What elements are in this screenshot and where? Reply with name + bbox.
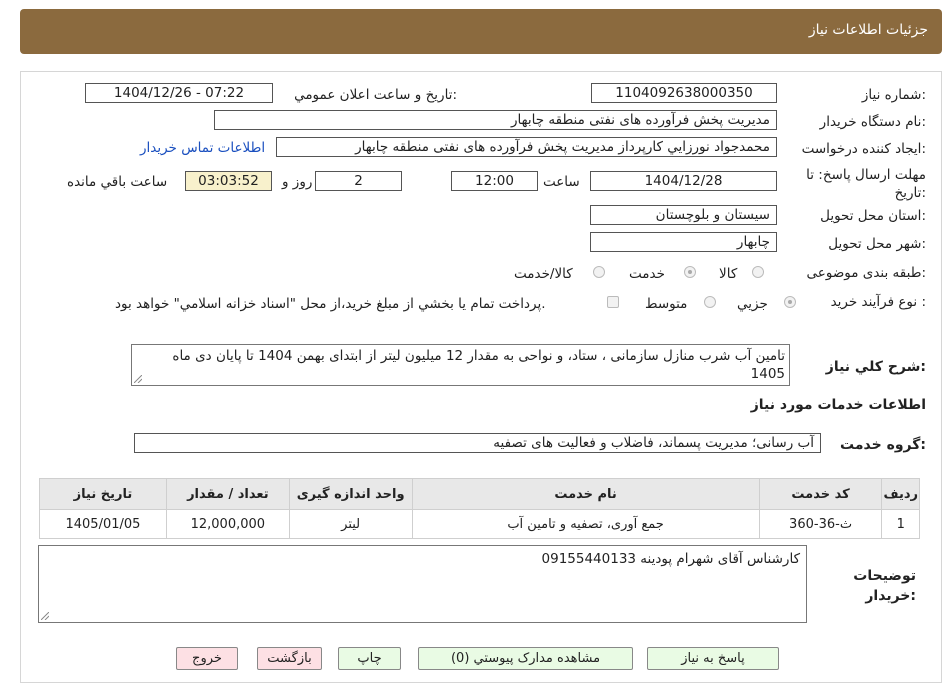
- category-radio-service[interactable]: [684, 266, 696, 278]
- deadline-days-label: روز و: [282, 174, 313, 190]
- col-service-name: نام خدمت: [411, 478, 760, 510]
- category-radio-goods-service[interactable]: [593, 266, 605, 278]
- process-radio-medium[interactable]: [704, 296, 716, 308]
- col-unit: واحد اندازه گيرى: [288, 478, 413, 510]
- process-radio-minor[interactable]: [784, 296, 796, 308]
- remaining-time-label: ساعت باقي مانده: [67, 174, 168, 190]
- cell-service-name: جمع آوری، تصفیه و تامین آب: [411, 509, 760, 539]
- col-need-date: تاريخ نياز: [39, 478, 167, 510]
- table-header-row: رديف كد خدمت نام خدمت واحد اندازه گيرى ت…: [39, 478, 920, 510]
- buyer-contact-link[interactable]: اطلاعات تماس خريدار: [140, 140, 265, 156]
- province-field: سيستان و بلوچستان: [590, 205, 777, 225]
- cell-quantity: 12,000,000: [165, 509, 290, 539]
- service-group-label: گروه خدمت:: [840, 437, 926, 453]
- page-header: جزئیات اطلاعات نیاز: [20, 9, 942, 54]
- cell-need-date: 1405/01/05: [39, 509, 167, 539]
- col-service-code: كد خدمت: [758, 478, 883, 510]
- city-field: چابهار: [590, 232, 777, 252]
- resize-handle-icon[interactable]: [134, 375, 142, 383]
- buyer-org-label: نام دستگاه خريدار:: [819, 114, 926, 130]
- buyer-notes-label: توضيحات خريدار:: [853, 568, 916, 604]
- category-option-service: خدمت: [629, 266, 665, 282]
- remaining-time-field: 03:03:52: [185, 171, 272, 191]
- category-label: طبقه بندی موضوعی:: [806, 265, 926, 281]
- deadline-time-field: 12:00: [451, 171, 538, 191]
- services-section-title: اطلاعات خدمات مورد نياز: [750, 397, 926, 413]
- deadline-label: مهلت ارسال پاسخ: تا تاريخ:: [806, 167, 926, 201]
- need-number-label: شماره نیاز:: [861, 87, 926, 103]
- notes-resize-handle-icon[interactable]: [41, 612, 49, 620]
- process-option-minor: جزيي: [737, 296, 768, 312]
- deadline-time-label: ساعت: [543, 174, 580, 190]
- description-field: تامين آب شرب منازل سازمانی ، ستاد، و نوا…: [131, 344, 790, 386]
- cell-service-code: ث-36-360: [758, 509, 883, 539]
- announce-label: تاریخ و ساعت اعلان عمومي:: [294, 87, 457, 103]
- page-title: جزئیات اطلاعات نیاز: [808, 22, 928, 38]
- category-option-goods-service: كالا/خدمت: [514, 266, 573, 282]
- print-button[interactable]: چاپ: [338, 647, 401, 670]
- category-option-goods: كالا: [719, 266, 738, 282]
- service-group-field: آب رسانی؛ مدیریت پسماند، فاضلاب و فعالیت…: [134, 433, 821, 453]
- treasury-checkbox[interactable]: [607, 296, 619, 308]
- deadline-days-field: 2: [315, 171, 402, 191]
- need-number-field: 1104092638000350: [591, 83, 777, 103]
- category-radio-goods[interactable]: [752, 266, 764, 278]
- deadline-date-field: 1404/12/28: [590, 171, 777, 191]
- view-documents-button[interactable]: مشاهده مدارک پیوستي (0): [418, 647, 633, 670]
- process-label: نوع فرآيند خريد :: [830, 294, 926, 310]
- back-button[interactable]: بازگشت: [257, 647, 322, 670]
- cell-row: 1: [881, 509, 920, 539]
- treasury-note: پرداخت تمام يا بخشي از مبلغ خريد،از محل …: [115, 296, 546, 312]
- requester-label: ايجاد كننده درخواست:: [801, 141, 926, 157]
- city-label: شهر محل تحويل:: [828, 236, 926, 252]
- buyer-notes-field: کارشناس آقای شهرام پودینه 09155440133: [38, 545, 807, 623]
- province-label: استان محل تحويل:: [820, 208, 926, 224]
- buyer-org-field: مديريت پخش فرآورده هاى نفتى منطقه چابهار: [214, 110, 777, 130]
- col-quantity: تعداد / مقدار: [165, 478, 290, 510]
- services-table: رديف كد خدمت نام خدمت واحد اندازه گيرى ت…: [39, 478, 920, 539]
- announce-field: 1404/12/26 - 07:22: [85, 83, 273, 103]
- exit-button[interactable]: خروج: [176, 647, 238, 670]
- cell-unit: لیتر: [288, 509, 413, 539]
- requester-field: محمدجواد نورزايي كارپرداز مديريت پخش فرآ…: [276, 137, 777, 157]
- col-row: رديف: [881, 478, 920, 510]
- description-label: شرح كلي نياز:: [825, 359, 926, 375]
- table-row: 1 ث-36-360 جمع آوری، تصفیه و تامین آب لی…: [39, 509, 920, 539]
- reply-button[interactable]: پاسخ به نياز: [647, 647, 779, 670]
- process-option-medium: متوسط: [645, 296, 688, 312]
